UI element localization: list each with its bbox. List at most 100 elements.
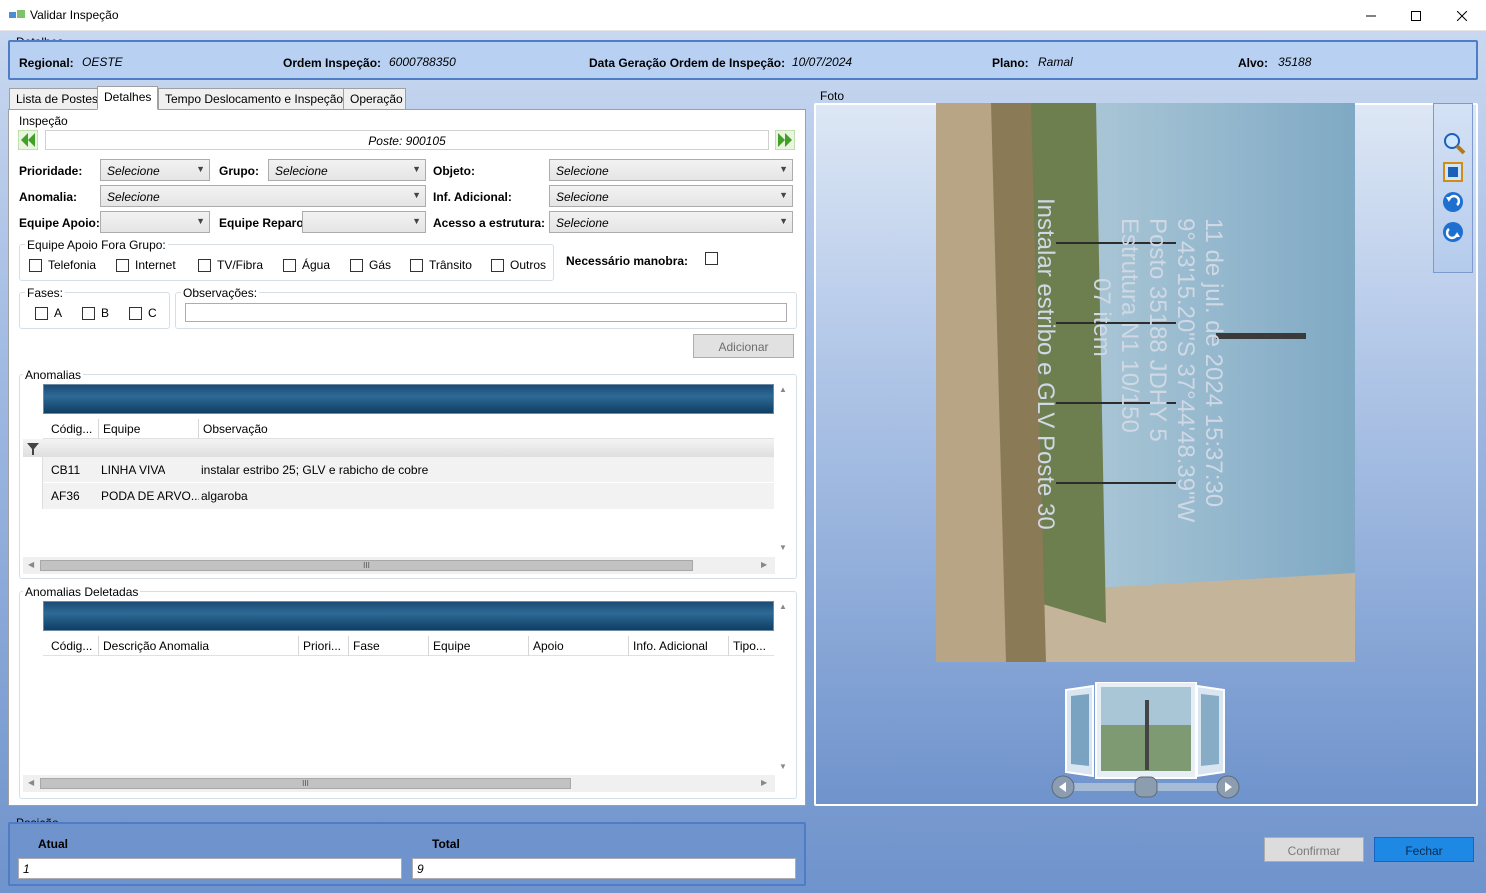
tab-tempo-deslocamento[interactable]: Tempo Deslocamento e Inspeção <box>158 88 344 110</box>
chevron-down-icon: ▼ <box>779 190 788 200</box>
checkbox-label: Água <box>302 258 331 272</box>
scroll-down-icon[interactable]: ▼ <box>779 543 787 552</box>
thumbnail-carousel[interactable] <box>1063 682 1227 782</box>
checkbox-box[interactable] <box>29 258 42 272</box>
prioridade-label: Prioridade: <box>19 164 83 178</box>
checkbox-box[interactable] <box>410 258 423 272</box>
grupo-select[interactable]: Selecione ▼ <box>268 159 426 181</box>
cell-codigo: CB11 <box>51 463 81 477</box>
tab-lista-postes[interactable]: Lista de Postes <box>9 88 98 110</box>
checkbox-box[interactable] <box>198 258 211 272</box>
checkbox-box[interactable] <box>350 258 363 272</box>
scroll-up-icon[interactable]: ▲ <box>779 602 787 611</box>
checkbox-label: Telefonia <box>48 258 97 272</box>
scroll-left-icon[interactable]: ◀ <box>28 560 34 569</box>
vertical-scrollbar[interactable]: ▲ ▼ <box>775 383 792 556</box>
checkbox-box[interactable] <box>283 258 296 272</box>
chevron-down-icon: ▼ <box>412 190 421 200</box>
checkbox-box[interactable] <box>82 306 95 320</box>
equipe-apoio-select[interactable]: ▼ <box>100 211 210 233</box>
next-poste-button[interactable] <box>775 130 795 150</box>
zoom-icon[interactable] <box>1442 131 1466 155</box>
checkbox-box[interactable] <box>491 258 504 272</box>
col-apoio[interactable]: Apoio <box>529 636 629 656</box>
scroll-left-icon[interactable]: ◀ <box>28 778 34 787</box>
row-selector[interactable] <box>23 483 43 509</box>
fechar-button[interactable]: Fechar <box>1374 837 1474 862</box>
checkbox-manobra[interactable] <box>705 252 724 265</box>
checkbox-box[interactable] <box>129 306 142 320</box>
checkbox-outros[interactable]: Outros <box>491 258 546 272</box>
scroll-right-icon[interactable]: ▶ <box>761 778 767 787</box>
inspecao-caption: Inspeção <box>17 114 70 128</box>
scroll-right-icon[interactable]: ▶ <box>761 560 767 569</box>
acesso-select[interactable]: Selecione ▼ <box>549 211 793 233</box>
adicionar-button[interactable]: Adicionar <box>693 334 794 358</box>
minimize-button[interactable] <box>1348 0 1394 31</box>
objeto-select[interactable]: Selecione ▼ <box>549 159 793 181</box>
col-equipe[interactable]: Equipe <box>99 419 199 439</box>
atual-input[interactable]: 1 <box>18 858 402 879</box>
carousel-slider-thumb[interactable] <box>1134 776 1158 798</box>
rotate-left-icon[interactable] <box>1442 191 1464 213</box>
filter-icon[interactable] <box>27 443 39 455</box>
checkbox-telefonia[interactable]: Telefonia <box>29 258 96 272</box>
checkbox-fase-b[interactable]: B <box>82 306 109 320</box>
prioridade-value: Selecione <box>107 164 160 178</box>
photo-image: 11 de jul. de 2024 15:37:30 9°43'15.20"S… <box>936 103 1355 662</box>
col-info-adicional[interactable]: Info. Adicional <box>629 636 729 656</box>
col-tipo[interactable]: Tipo... <box>729 636 774 656</box>
checkbox-box[interactable] <box>705 252 718 265</box>
thumbnail-current-pole <box>1145 700 1149 770</box>
fit-to-window-icon[interactable] <box>1442 161 1464 183</box>
scroll-up-icon[interactable]: ▲ <box>779 385 787 394</box>
col-fase[interactable]: Fase <box>349 636 429 656</box>
vertical-scrollbar[interactable]: ▲ ▼ <box>775 600 792 775</box>
table-row[interactable]: CB11 LINHA VIVA instalar estribo 25; GLV… <box>23 457 774 483</box>
window-title: Validar Inspeção <box>30 8 119 22</box>
scroll-thumb[interactable]: III <box>40 778 571 789</box>
confirmar-button[interactable]: Confirmar <box>1264 837 1364 862</box>
horizontal-scrollbar[interactable]: ◀ III ▶ <box>23 557 775 574</box>
col-prioridade[interactable]: Priori... <box>299 636 349 656</box>
checkbox-fase-c[interactable]: C <box>129 306 157 320</box>
total-input[interactable]: 9 <box>412 858 796 879</box>
tab-detalhes[interactable]: Detalhes <box>97 86 158 110</box>
anomalia-select[interactable]: Selecione ▼ <box>100 185 426 207</box>
col-equipe[interactable]: Equipe <box>429 636 529 656</box>
scroll-down-icon[interactable]: ▼ <box>779 762 787 771</box>
checkbox-box[interactable] <box>116 258 129 272</box>
manobra-label: Necessário manobra: <box>566 254 689 268</box>
plano-label: Plano: <box>992 56 1029 70</box>
close-button[interactable] <box>1439 0 1485 31</box>
horizontal-scrollbar[interactable]: ◀ III ▶ <box>23 775 775 792</box>
alvo-label: Alvo: <box>1238 56 1268 70</box>
checkbox-tv-fibra[interactable]: TV/Fibra <box>198 258 263 272</box>
checkbox-internet[interactable]: Internet <box>116 258 176 272</box>
row-selector[interactable] <box>23 457 43 483</box>
checkbox-label: Trânsito <box>429 258 472 272</box>
col-observacao[interactable]: Observação <box>199 419 759 439</box>
inspection-photo[interactable]: 11 de jul. de 2024 15:37:30 9°43'15.20"S… <box>936 103 1355 662</box>
col-codigo[interactable]: Códig... <box>47 419 99 439</box>
observacoes-input[interactable] <box>185 303 787 322</box>
checkbox-box[interactable] <box>35 306 48 320</box>
checkbox-label: B <box>101 306 110 320</box>
prioridade-select[interactable]: Selecione ▼ <box>100 159 210 181</box>
equipe-reparo-select[interactable]: ▼ <box>302 211 426 233</box>
deletadas-grid: Códig... Descrição Anomalia Priori... Fa… <box>23 600 792 793</box>
col-descricao[interactable]: Descrição Anomalia <box>99 636 299 656</box>
maximize-button[interactable] <box>1393 0 1439 31</box>
table-row[interactable]: AF36 PODA DE ARVO... algaroba <box>23 483 774 509</box>
checkbox-gas[interactable]: Gás <box>350 258 391 272</box>
checkbox-fase-a[interactable]: A <box>35 306 62 320</box>
inf-adicional-select[interactable]: Selecione ▼ <box>549 185 793 207</box>
checkbox-agua[interactable]: Água <box>283 258 330 272</box>
previous-poste-button[interactable] <box>18 130 38 150</box>
photo-overlay-line: Instalar estribo e GLV Poste 30 <box>1032 198 1059 530</box>
col-codigo[interactable]: Códig... <box>47 636 99 656</box>
scroll-thumb[interactable]: III <box>40 560 693 571</box>
checkbox-transito[interactable]: Trânsito <box>410 258 472 272</box>
tab-operacao[interactable]: Operação <box>343 88 406 110</box>
rotate-right-icon[interactable] <box>1442 221 1464 243</box>
